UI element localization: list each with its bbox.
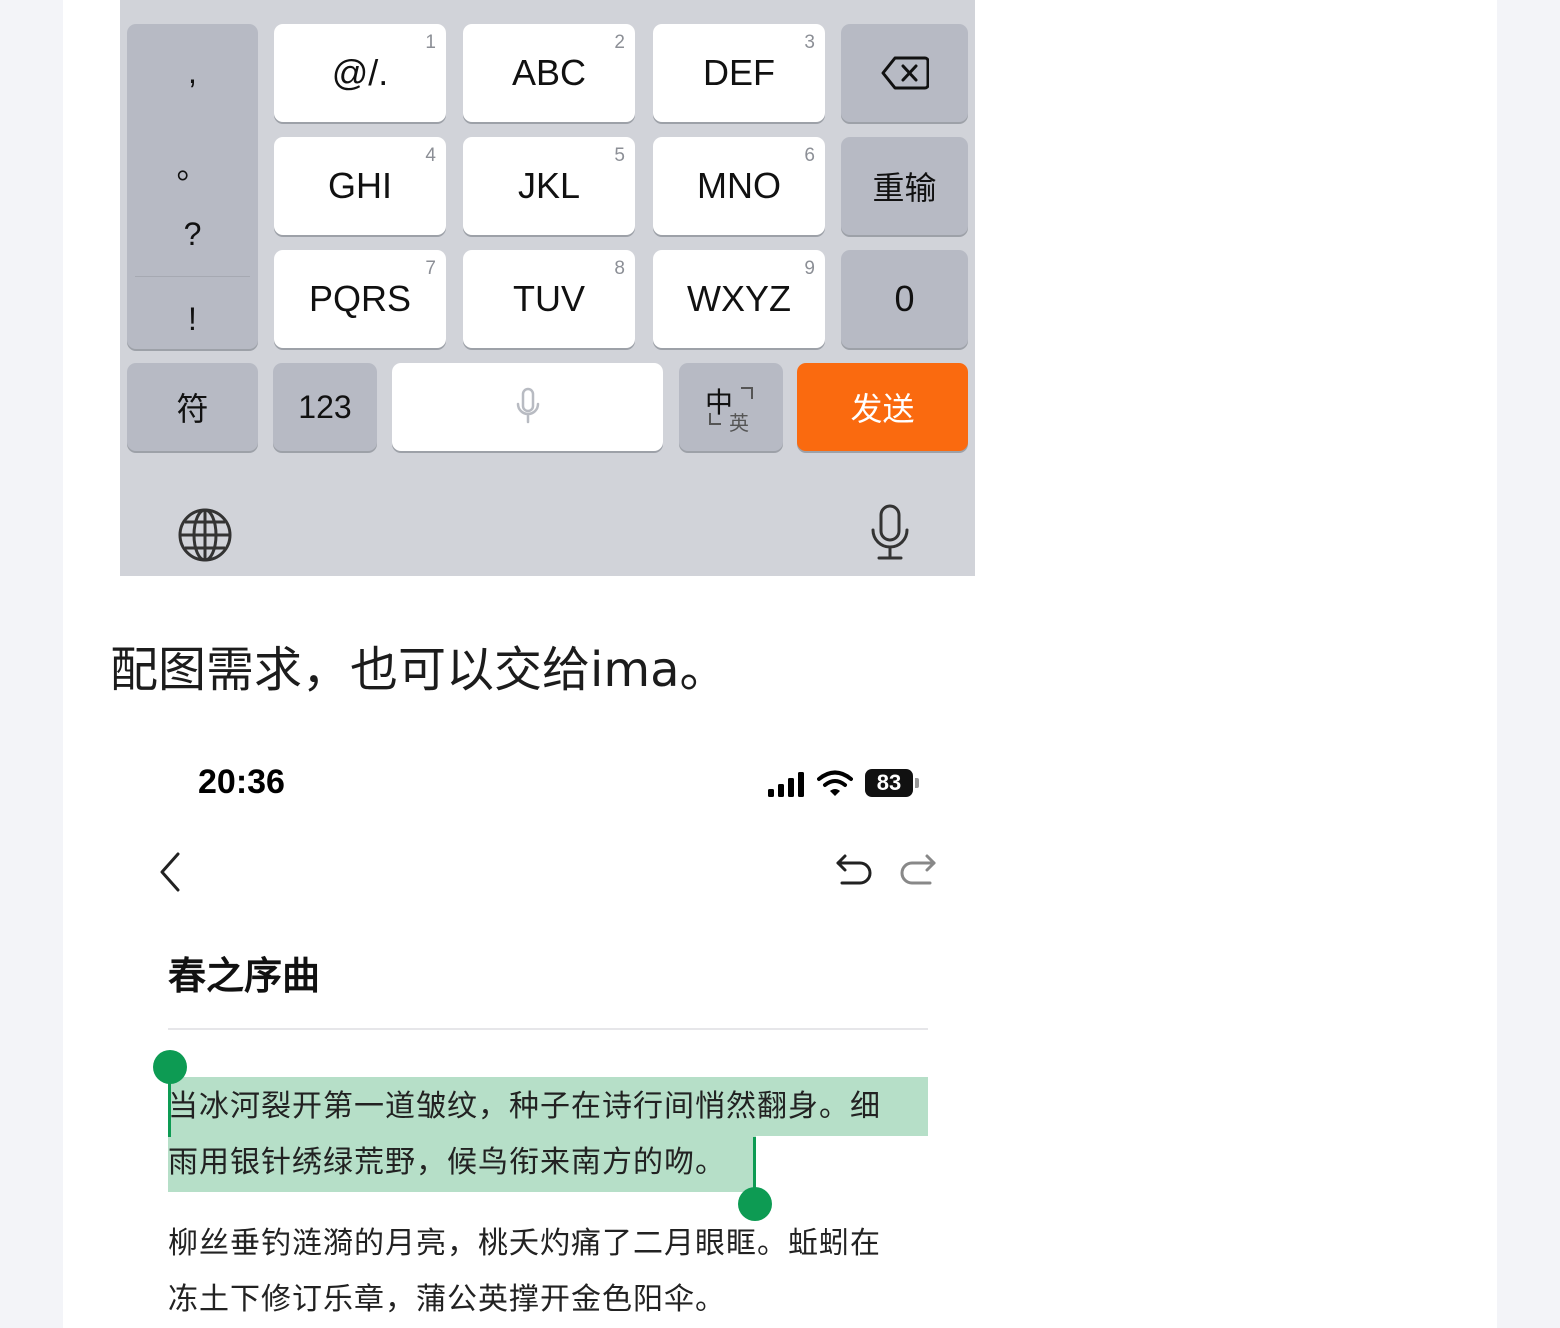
paragraph-line[interactable]: 柳丝垂钓涟漪的月亮，桃夭灼痛了二月眼眶。蚯蚓在 [168,1216,881,1272]
symbols-label: 符 [176,390,209,428]
space-key[interactable] [392,363,663,451]
battery-level: 83 [876,770,902,795]
microphone-icon [516,387,539,424]
dictation-microphone-icon[interactable] [868,503,912,563]
language-switch-key[interactable]: 中 英 [679,363,783,451]
selected-text-line[interactable]: 雨用银针绣绿荒野，候鸟衔来南方的吻。 [168,1135,726,1191]
key-2[interactable]: ABC 2 [463,24,635,122]
language-switch-icon: 中 英 [705,383,757,435]
reenter-label: 重输 [872,169,937,207]
key-8[interactable]: TUV 8 [463,250,635,348]
title-divider [168,1028,928,1030]
key-5[interactable]: JKL 5 [463,137,635,235]
key-2-number: 2 [614,32,625,53]
key-4-number: 4 [425,145,436,166]
key-2-label: ABC [511,52,587,93]
reenter-key[interactable]: 重输 [841,137,968,235]
wifi-icon [817,770,853,796]
caption-text: 配图需求，也可以交给ima。 [110,642,728,698]
divider [135,276,250,277]
backspace-icon [881,56,929,90]
back-chevron-icon[interactable] [158,851,182,893]
key-9[interactable]: WXYZ 9 [653,250,825,348]
key-5-label: JKL [517,165,581,206]
key-9-number: 9 [804,258,815,279]
globe-icon[interactable] [177,507,233,563]
selection-start-cursor [168,1075,171,1137]
symbols-key[interactable]: 符 [127,363,258,451]
key-7[interactable]: PQRS 7 [274,250,446,348]
key-6[interactable]: MNO 6 [653,137,825,235]
key-3[interactable]: DEF 3 [653,24,825,122]
key-1[interactable]: @/. 1 [274,24,446,122]
selected-text-line[interactable]: 当冰河裂开第一道皱纹，种子在诗行间悄然翻身。细 [168,1079,881,1135]
key-4[interactable]: GHI 4 [274,137,446,235]
punct-period[interactable]: 。 [127,142,258,188]
switch-arrow-icon [709,413,721,425]
numbers-key[interactable]: 123 [273,363,377,451]
battery-icon: 83 [865,769,913,797]
key-0[interactable]: 0 [841,250,968,348]
lang-sub: 英 [729,411,749,435]
key-8-label: TUV [513,278,585,319]
signal-icon [768,772,804,797]
backspace-key[interactable] [841,24,968,122]
phone-screenshot: 20:36 83 春之序曲 当冰河裂开第一道皱纹，种子在诗行间悄然翻身。细 雨用… [120,735,975,1328]
key-9-label: WXYZ [687,278,791,319]
key-3-number: 3 [804,32,815,53]
status-time: 20:36 [198,763,285,801]
numbers-label: 123 [298,388,352,425]
send-label: 发送 [850,390,915,428]
key-7-number: 7 [425,258,436,279]
key-0-label: 0 [894,278,915,319]
key-8-number: 8 [614,258,625,279]
key-3-label: DEF [703,52,775,93]
punct-question[interactable]: ? [127,216,258,253]
send-button[interactable]: 发送 [797,363,968,451]
battery-tip [915,778,919,788]
key-6-number: 6 [804,145,815,166]
keyboard-screenshot: , 。 ? ! @/. 1 ABC 2 DEF 3 GHI 4 JKL 5 MN… [120,0,975,576]
document-title[interactable]: 春之序曲 [168,945,320,1000]
switch-arrow-icon [741,387,753,399]
punct-comma[interactable]: , [127,54,258,91]
key-5-number: 5 [614,145,625,166]
punct-exclaim[interactable]: ! [127,301,258,338]
undo-icon[interactable] [834,853,874,893]
key-6-label: MNO [697,165,781,206]
punctuation-column[interactable]: , 。 ? ! [127,24,258,349]
key-1-label: @/. [331,52,389,93]
key-4-label: GHI [327,165,392,206]
key-7-label: PQRS [308,278,412,319]
redo-icon[interactable] [898,853,938,893]
key-1-number: 1 [425,32,436,53]
paragraph-line[interactable]: 冻土下修订乐章，蒲公英撑开金色阳伞。 [168,1272,726,1328]
